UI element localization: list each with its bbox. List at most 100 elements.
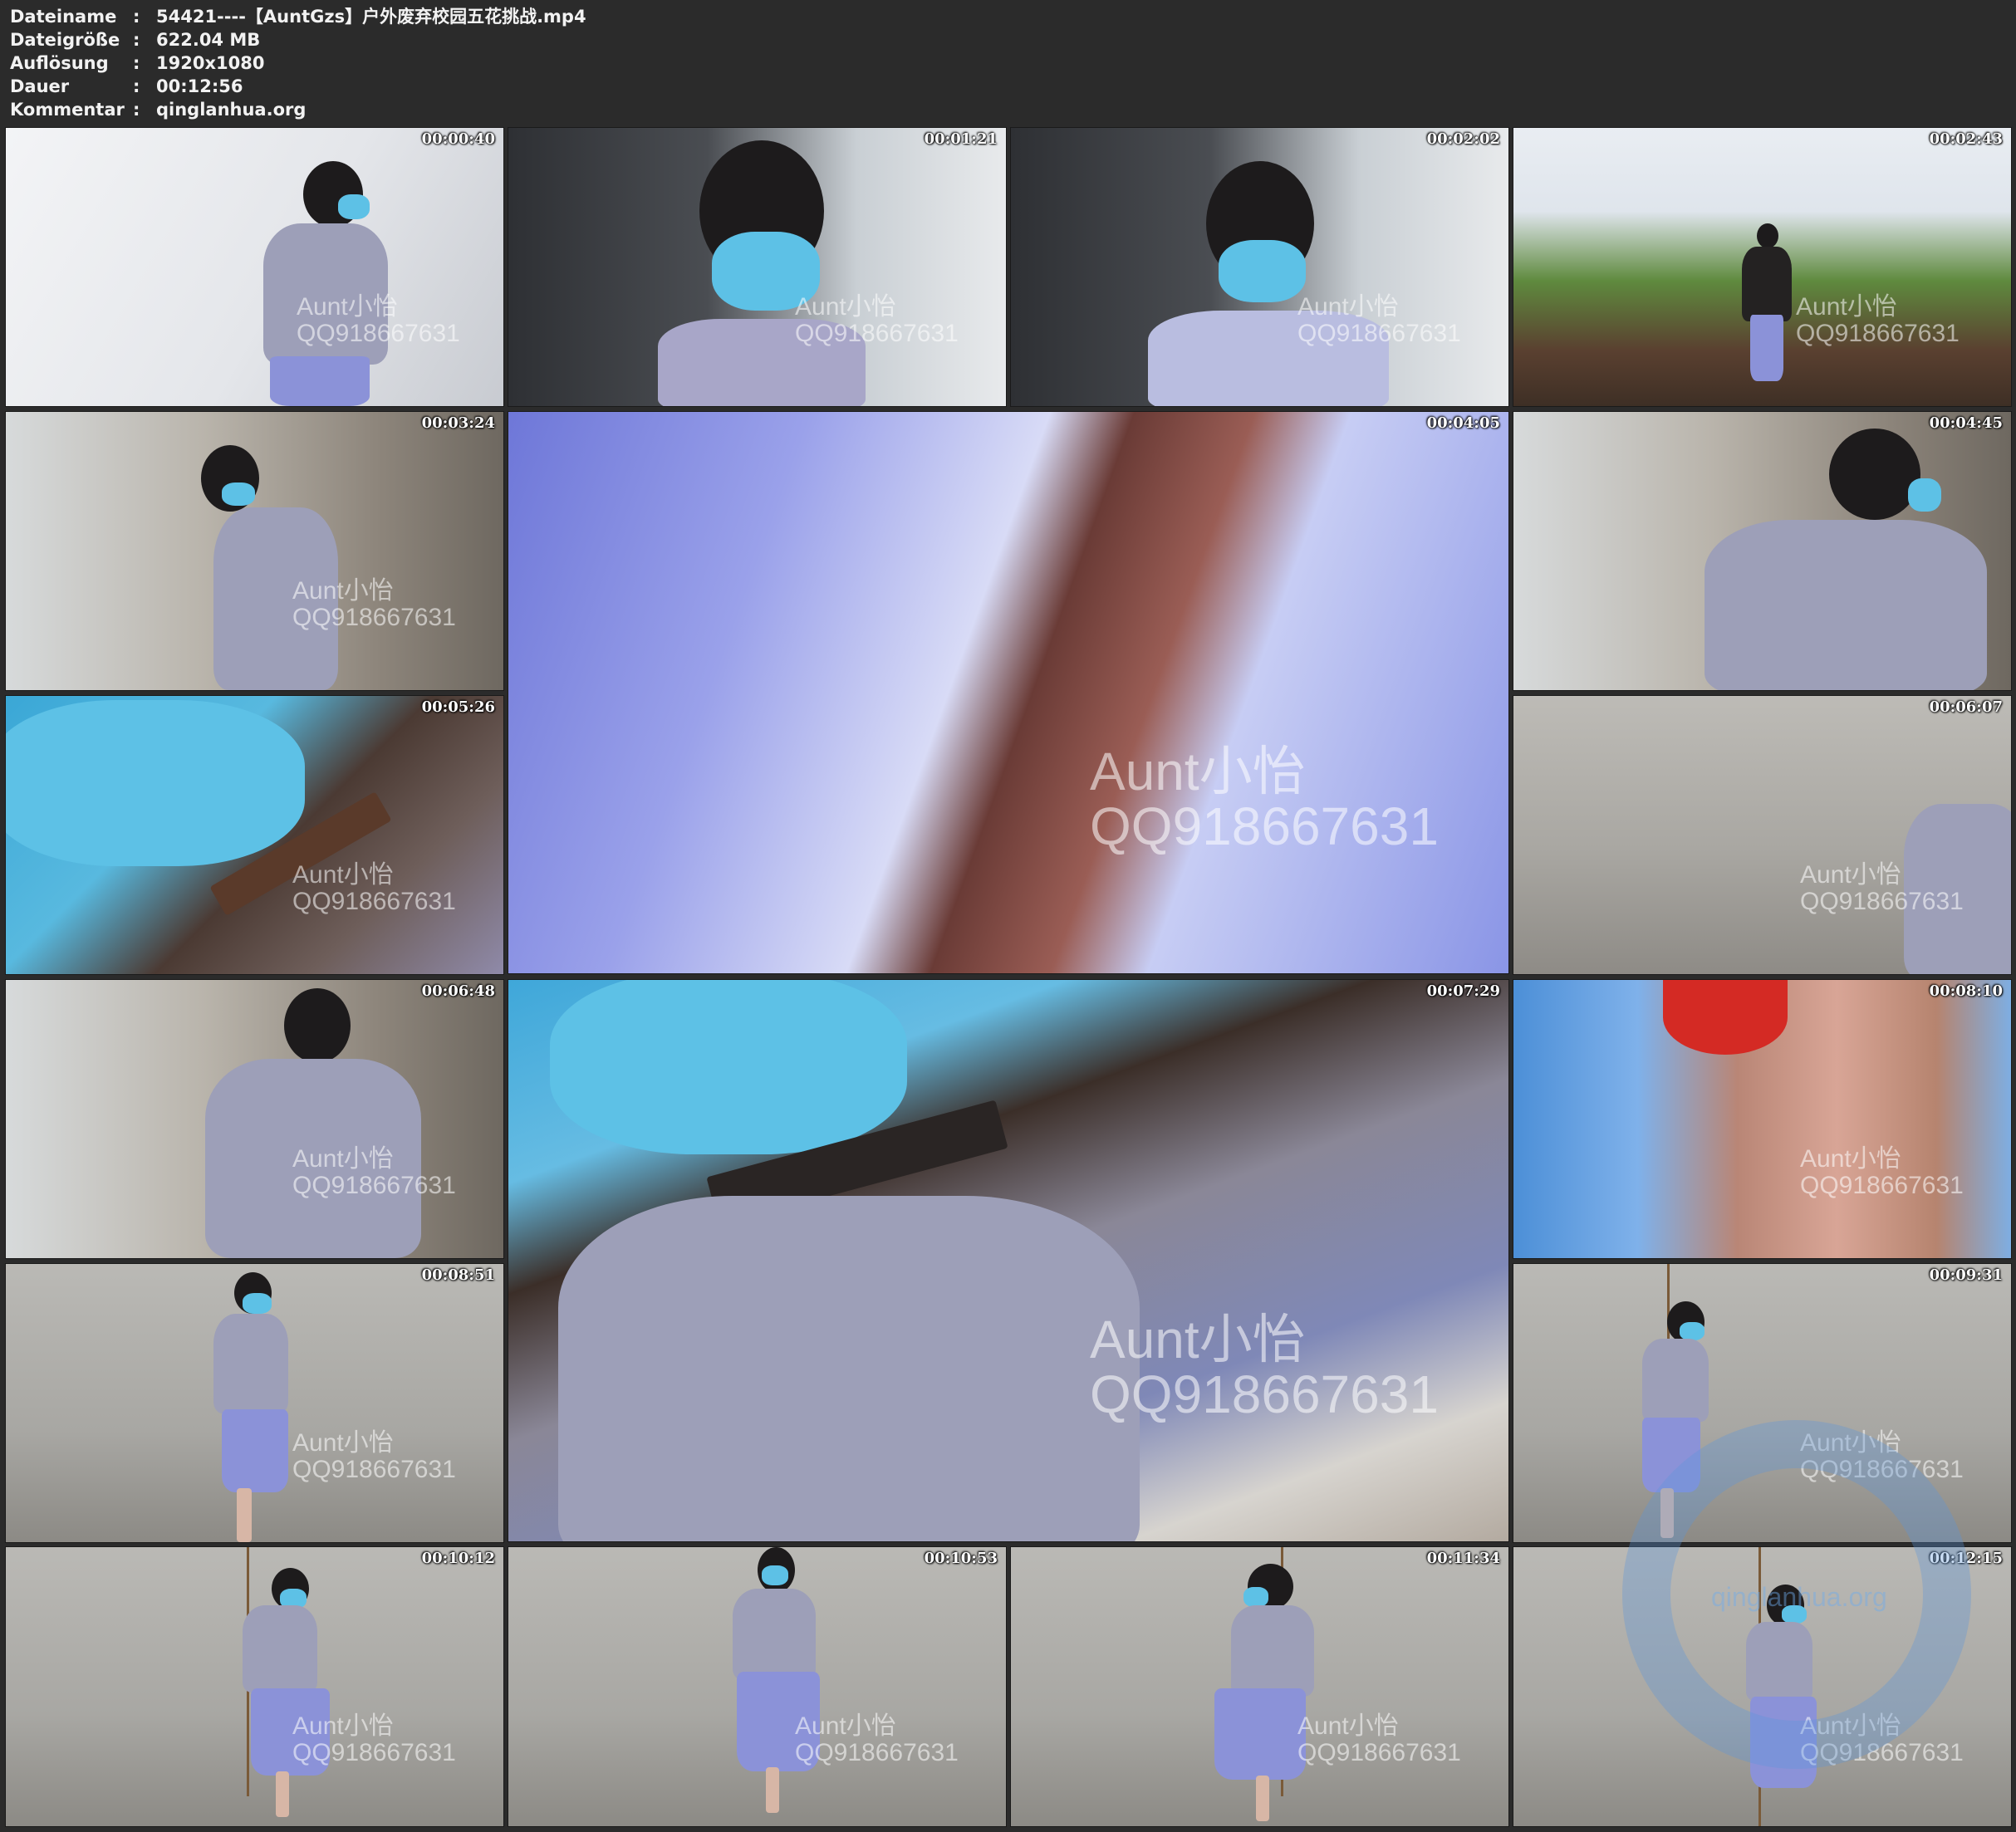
info-value: 00:12:56 xyxy=(156,76,243,96)
thumbnail-frame[interactable]: Aunt小怡 QQ918667631 00:08:51 xyxy=(5,1263,504,1543)
thumbnail-frame[interactable]: Aunt小怡 QQ918667631 00:04:05 xyxy=(508,411,1509,974)
thumbnail-frame[interactable]: Aunt小怡 QQ918667631 00:11:34 xyxy=(1010,1546,1509,1827)
timestamp-label: 00:10:53 xyxy=(924,1550,998,1567)
info-row-filesize: Dateigröße : 622.04 MB xyxy=(10,28,586,51)
watermark-text: Aunt小怡 QQ918667631 xyxy=(1800,1146,1964,1199)
figure-skirt xyxy=(1750,315,1783,381)
figure-torso xyxy=(1742,247,1792,321)
watermark-text: Aunt小怡 QQ918667631 xyxy=(1796,294,1960,347)
figure-leg xyxy=(766,1767,779,1813)
watermark-line: QQ918667631 xyxy=(1297,1739,1461,1766)
watermark-line: QQ918667631 xyxy=(1800,1172,1964,1199)
thumbnail-frame[interactable]: Aunt小怡 QQ918667631 00:02:43 xyxy=(1513,127,2012,407)
figure-leg xyxy=(237,1488,252,1542)
figure-torso xyxy=(1148,311,1389,406)
figure-skirt xyxy=(1214,1688,1306,1780)
figure-torso xyxy=(1705,520,1987,690)
timestamp-label: 00:06:07 xyxy=(1929,698,2003,716)
figure-torso xyxy=(658,319,866,406)
figure-mask xyxy=(1219,240,1306,302)
info-value: 622.04 MB xyxy=(156,30,261,50)
timestamp-label: 00:04:45 xyxy=(1929,414,2003,432)
info-key: Dateigröße xyxy=(10,30,120,50)
info-key: Kommentar xyxy=(10,100,125,120)
watermark-line: Aunt小怡 xyxy=(1800,1145,1901,1173)
thumbnail-frame[interactable]: Aunt小怡 QQ918667631 00:00:40 xyxy=(5,127,504,407)
figure-torso xyxy=(213,1314,288,1413)
watermark-line: Aunt小怡 xyxy=(292,1429,394,1457)
info-value: qinglanhua.org xyxy=(156,100,307,120)
timestamp-label: 00:00:40 xyxy=(421,130,495,148)
timestamp-label: 00:04:05 xyxy=(1426,414,1500,432)
thumbnail-frame[interactable]: Aunt小怡 QQ918667631 00:02:02 xyxy=(1010,127,1509,407)
figure-leg xyxy=(276,1771,289,1817)
info-key: Dateiname xyxy=(10,7,117,27)
red-fabric xyxy=(1663,980,1788,1055)
figure-torso xyxy=(205,1059,421,1258)
watermark-text: Aunt小怡 QQ918667631 xyxy=(1090,1312,1439,1422)
figure-head xyxy=(284,988,351,1063)
thumbnail-frame[interactable]: Aunt小怡 QQ918667631 00:10:53 xyxy=(508,1546,1007,1827)
timestamp-label: 00:02:02 xyxy=(1426,130,1500,148)
watermark-line: QQ918667631 xyxy=(1090,796,1439,856)
figure-torso xyxy=(558,1196,1140,1541)
watermark-text: Aunt小怡 QQ918667631 xyxy=(292,862,456,915)
timestamp-label: 00:03:24 xyxy=(421,414,495,432)
info-row-comment: Kommentar : qinglanhua.org xyxy=(10,98,586,121)
watermark-line: Aunt小怡 xyxy=(1800,861,1901,889)
file-info-header: Dateiname : 54421----【AuntGzs】户外废弃校园五花挑战… xyxy=(10,5,586,121)
figure-head xyxy=(1829,429,1920,520)
watermark-line: Aunt小怡 xyxy=(1297,1712,1399,1740)
figure-mask xyxy=(712,232,820,311)
timestamp-label: 00:08:51 xyxy=(421,1266,495,1284)
figure-skirt xyxy=(251,1688,330,1776)
info-row-filename: Dateiname : 54421----【AuntGzs】户外废弃校园五花挑战… xyxy=(10,5,586,28)
figure-mask xyxy=(1908,478,1941,512)
timestamp-label: 00:02:43 xyxy=(1929,130,2003,148)
thumbnail-frame[interactable]: Aunt小怡 QQ918667631 00:06:48 xyxy=(5,979,504,1259)
figure-torso xyxy=(213,507,338,690)
thumbnail-frame[interactable]: Aunt小怡 QQ918667631 00:01:21 xyxy=(508,127,1007,407)
timestamp-label: 00:01:21 xyxy=(924,130,998,148)
info-key: Dauer xyxy=(10,76,70,96)
figure-leg xyxy=(1256,1776,1269,1821)
thumbnail-frame[interactable]: Aunt小怡 QQ918667631 00:10:12 xyxy=(5,1546,504,1827)
thumbnail-frame[interactable]: Aunt小怡 QQ918667631 00:05:26 xyxy=(5,695,504,975)
figure-mask xyxy=(550,980,907,1154)
info-colon: : xyxy=(133,7,140,27)
info-colon: : xyxy=(133,30,140,50)
thumbnail-frame[interactable]: Aunt小怡 QQ918667631 00:06:07 xyxy=(1513,695,2012,975)
timestamp-label: 00:10:12 xyxy=(421,1550,495,1567)
figure-mask xyxy=(6,700,305,866)
site-logo-text: qinglanhua.org xyxy=(1711,1582,1887,1612)
figure-mask xyxy=(762,1565,788,1585)
info-value: 54421----【AuntGzs】户外废弃校园五花挑战.mp4 xyxy=(156,7,586,27)
figure-mask xyxy=(1243,1587,1268,1607)
figure-torso xyxy=(243,1605,317,1692)
info-colon: : xyxy=(133,76,140,96)
info-key: Auflösung xyxy=(10,53,109,73)
timestamp-label: 00:05:26 xyxy=(421,698,495,716)
watermark-line: Aunt小怡 xyxy=(1090,742,1306,801)
info-row-resolution: Auflösung : 1920x1080 xyxy=(10,51,586,75)
figure-skirt xyxy=(737,1672,820,1771)
watermark-text: Aunt小怡 QQ918667631 xyxy=(1297,1713,1461,1766)
info-colon: : xyxy=(133,100,140,120)
figure-skirt xyxy=(222,1409,288,1492)
figure-mask xyxy=(1680,1322,1705,1340)
thumbnail-frame[interactable]: Aunt小怡 QQ918667631 00:03:24 xyxy=(5,411,504,691)
info-row-duration: Dauer : 00:12:56 xyxy=(10,75,586,98)
timestamp-label: 00:07:29 xyxy=(1426,982,1500,1000)
figure-skirt xyxy=(270,356,370,406)
info-value: 1920x1080 xyxy=(156,53,265,73)
thumbnail-frame[interactable]: Aunt小怡 QQ918667631 00:08:10 xyxy=(1513,979,2012,1259)
timestamp-label: 00:06:48 xyxy=(421,982,495,1000)
figure-torso xyxy=(733,1589,816,1680)
thumbnail-frame[interactable]: Aunt小怡 QQ918667631 00:07:29 xyxy=(508,979,1509,1542)
timestamp-label: 00:11:34 xyxy=(1426,1550,1500,1567)
watermark-line: Aunt小怡 xyxy=(1796,293,1897,321)
thumbnail-frame[interactable]: 00:04:45 xyxy=(1513,411,2012,691)
figure-mask xyxy=(338,194,370,219)
watermark-text: Aunt小怡 QQ918667631 xyxy=(1090,744,1439,854)
watermark-line: QQ918667631 xyxy=(292,1456,456,1483)
